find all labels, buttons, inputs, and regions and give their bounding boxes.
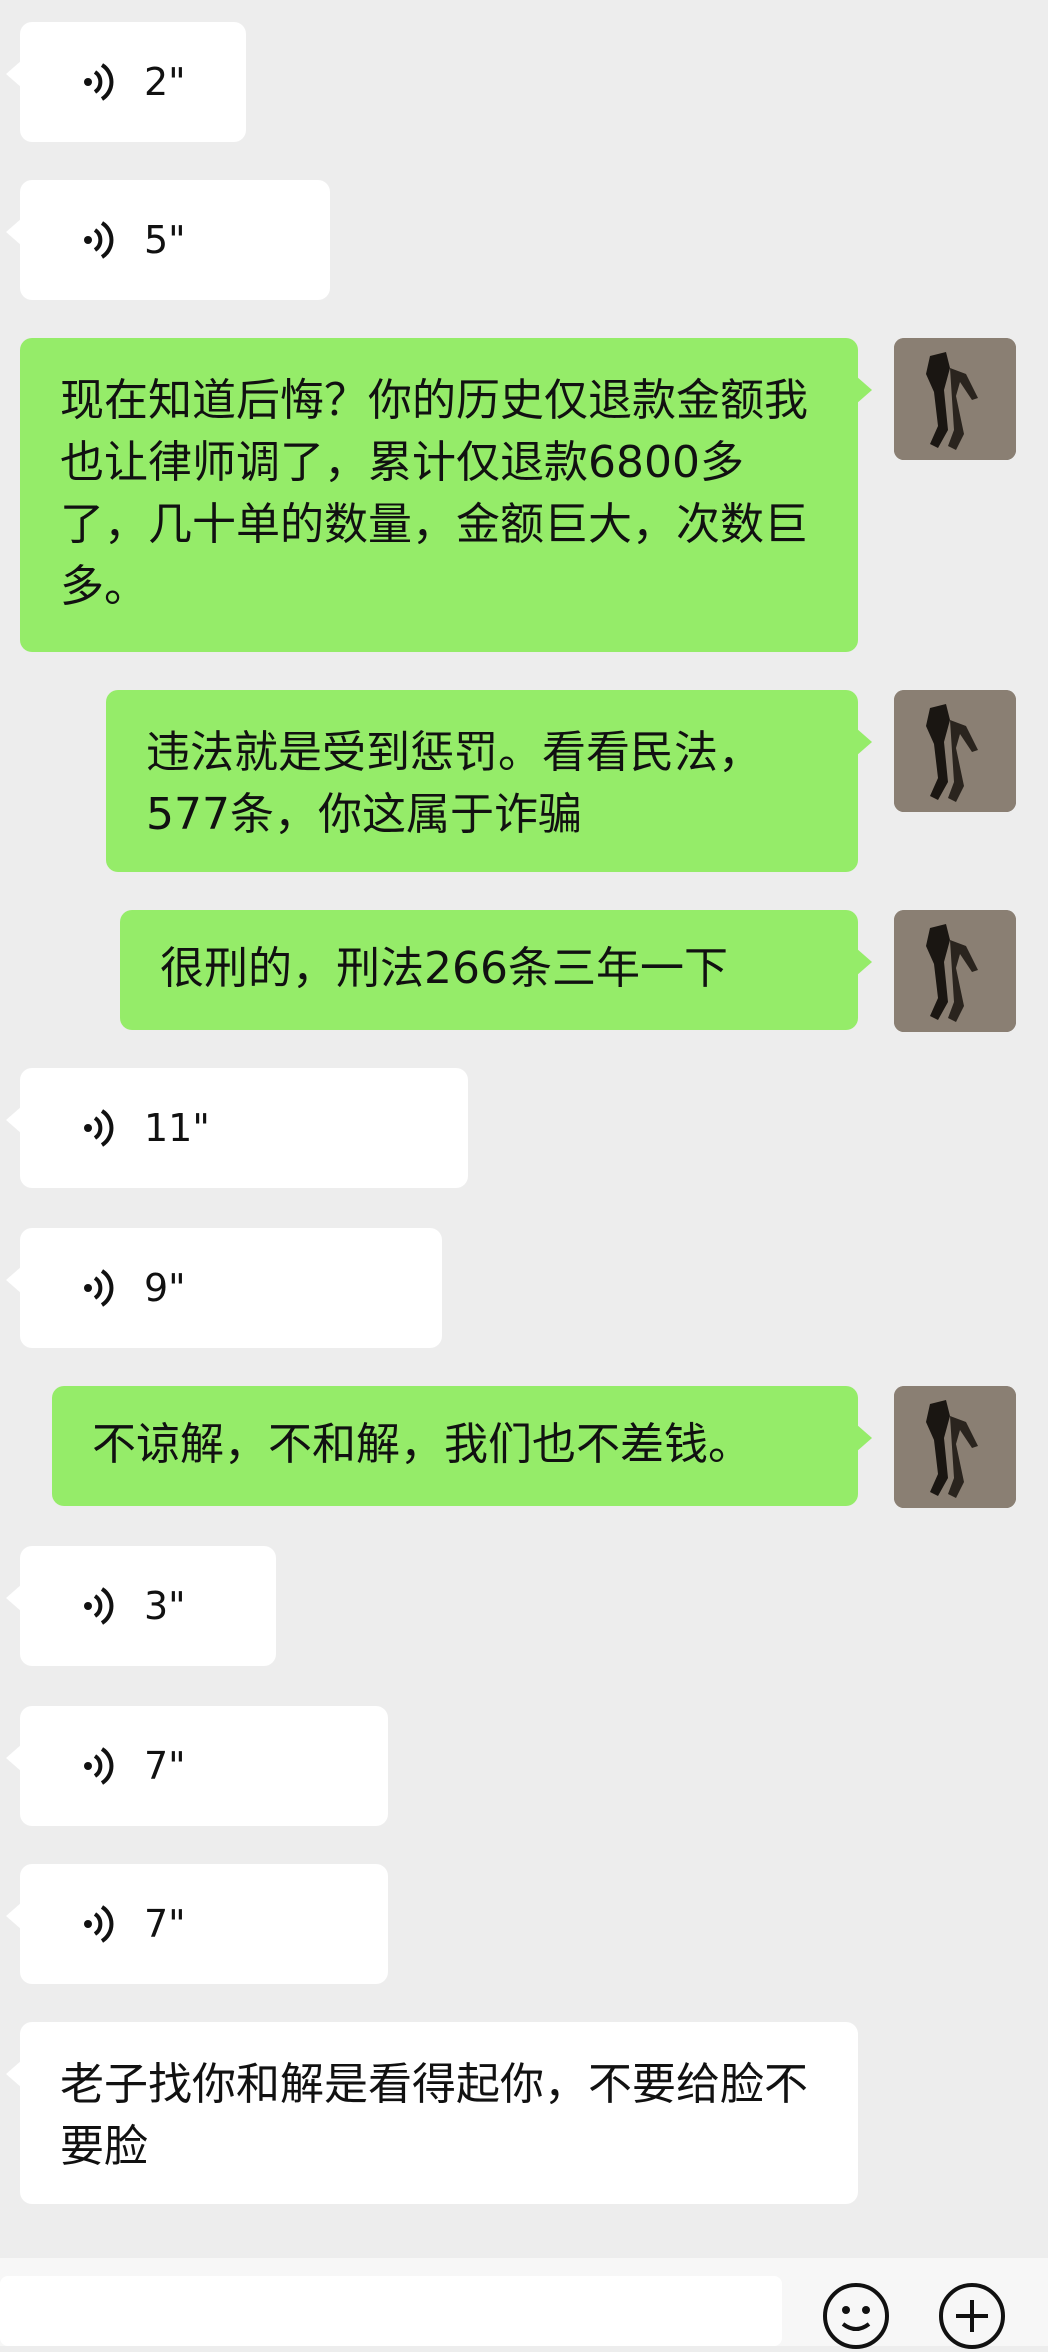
message-text: 现在知道后悔？你的历史仅退款金额我也让律师调了，累计仅退款6800多了，几十单的… bbox=[60, 375, 808, 612]
text-message-outgoing[interactable]: 很刑的，刑法266条三年一下 bbox=[120, 910, 872, 1030]
message-text: 不谅解，不和解，我们也不差钱。 bbox=[92, 1419, 752, 1470]
message-text: 老子找你和解是看得起你，不要给脸不要脸 bbox=[60, 2059, 808, 2172]
voice-message[interactable]: 5" bbox=[6, 180, 330, 300]
voice-message[interactable]: 9" bbox=[6, 1228, 442, 1348]
voice-wave-icon bbox=[84, 1587, 114, 1625]
voice-wave-icon bbox=[84, 221, 114, 259]
voice-message[interactable]: 7" bbox=[6, 1706, 388, 1826]
voice-duration: 3" bbox=[144, 1584, 186, 1628]
voice-duration: 7" bbox=[144, 1744, 186, 1788]
voice-duration: 2" bbox=[144, 60, 186, 104]
voice-wave-icon bbox=[84, 63, 114, 101]
avatar[interactable] bbox=[894, 910, 1016, 1032]
message-input[interactable] bbox=[0, 2276, 782, 2346]
avatar-silhouette-icon bbox=[894, 910, 1016, 1032]
text-message-outgoing[interactable]: 不谅解，不和解，我们也不差钱。 bbox=[52, 1386, 872, 1506]
voice-wave-icon bbox=[84, 1109, 114, 1147]
text-message-incoming[interactable]: 老子找你和解是看得起你，不要给脸不要脸 bbox=[6, 2022, 858, 2204]
avatar[interactable] bbox=[894, 690, 1016, 812]
voice-duration: 5" bbox=[144, 218, 186, 262]
text-message-outgoing[interactable]: 违法就是受到惩罚。看看民法，577条，你这属于诈骗 bbox=[106, 690, 872, 872]
text-message-outgoing[interactable]: 现在知道后悔？你的历史仅退款金额我也让律师调了，累计仅退款6800多了，几十单的… bbox=[20, 338, 872, 652]
voice-message[interactable]: 3" bbox=[6, 1546, 276, 1666]
avatar[interactable] bbox=[894, 1386, 1016, 1508]
voice-duration: 9" bbox=[144, 1266, 186, 1310]
message-text: 很刑的，刑法266条三年一下 bbox=[160, 943, 728, 994]
avatar-silhouette-icon bbox=[894, 1386, 1016, 1508]
voice-message[interactable]: 7" bbox=[6, 1864, 388, 1984]
smiley-icon[interactable] bbox=[820, 2280, 892, 2352]
avatar-silhouette-icon bbox=[894, 338, 1016, 460]
avatar[interactable] bbox=[894, 338, 1016, 460]
avatar-silhouette-icon bbox=[894, 690, 1016, 812]
voice-duration: 7" bbox=[144, 1902, 186, 1946]
plus-icon[interactable] bbox=[936, 2280, 1008, 2352]
voice-duration: 11" bbox=[144, 1106, 210, 1150]
voice-wave-icon bbox=[84, 1905, 114, 1943]
input-bar bbox=[0, 2258, 1048, 2349]
voice-message[interactable]: 11" bbox=[6, 1068, 468, 1188]
voice-wave-icon bbox=[84, 1747, 114, 1785]
message-text: 违法就是受到惩罚。看看民法，577条，你这属于诈骗 bbox=[146, 727, 762, 840]
voice-message[interactable]: 2" bbox=[6, 22, 246, 142]
voice-wave-icon bbox=[84, 1269, 114, 1307]
